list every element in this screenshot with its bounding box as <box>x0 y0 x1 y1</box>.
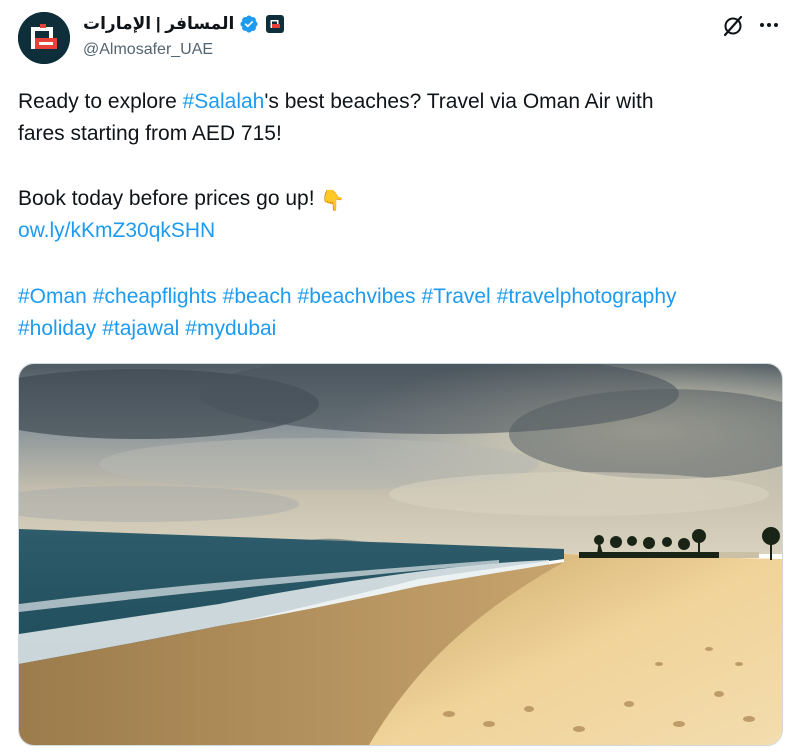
author-name-row: المسافر | الإمارات <box>83 13 285 35</box>
hashtag-link[interactable]: #Travel <box>421 285 490 308</box>
hashtag-link[interactable]: #cheapflights <box>93 285 217 308</box>
tweet-text-line: Book today before prices go up! 👇 <box>18 183 788 217</box>
beach-photo[interactable] <box>18 363 783 746</box>
hashtag-link[interactable]: #Oman <box>18 285 87 308</box>
tweet-text-line: Ready to explore #Salalah's best beaches… <box>18 86 788 118</box>
almosafer-logo <box>18 12 70 64</box>
hashtag-link[interactable]: #mydubai <box>185 317 276 340</box>
hashtag-link[interactable]: #tajawal <box>102 317 179 340</box>
tweet-text-line: ow.ly/kKmZ30qkSHN <box>18 215 788 247</box>
short-link[interactable]: ow.ly/kKmZ30qkSHN <box>18 219 215 242</box>
grok-icon[interactable] <box>721 14 745 38</box>
tweet-text-line: fares starting from AED 715! <box>18 122 282 145</box>
affiliate-badge-icon[interactable] <box>266 15 285 33</box>
more-icon[interactable] <box>758 18 780 32</box>
author-handle[interactable]: @Almosafer_UAE <box>83 41 213 59</box>
tweet-text: Ready to explore <box>18 90 183 113</box>
tweet-text: Book today before prices go up! <box>18 187 315 210</box>
hashtag-row: #holiday #tajawal #mydubai <box>18 313 788 345</box>
hashtag-link[interactable]: #beach <box>223 285 292 308</box>
tweet-text: 's best beaches? Travel via Oman Air wit… <box>264 90 654 113</box>
verified-icon[interactable] <box>239 14 259 34</box>
hashtag-link[interactable]: #holiday <box>18 317 96 340</box>
pointing-down-emoji-icon: 👇 <box>320 190 346 212</box>
person-icon <box>20 749 34 756</box>
avatar[interactable] <box>18 12 70 64</box>
hashtag-row: #Oman #cheapflights #beach #beachvibes #Trav… <box>18 281 788 313</box>
tweet: المسافر | الإمارات @Almosafer_UAE Ready … <box>0 0 798 756</box>
hashtag-link[interactable]: #Salalah <box>183 90 265 113</box>
hashtag-link[interactable]: #beachvibes <box>298 285 416 308</box>
display-name[interactable]: المسافر | الإمارات <box>83 14 234 34</box>
hashtag-link[interactable]: #travelphotography <box>497 285 677 308</box>
beach-photo-image <box>19 364 782 745</box>
